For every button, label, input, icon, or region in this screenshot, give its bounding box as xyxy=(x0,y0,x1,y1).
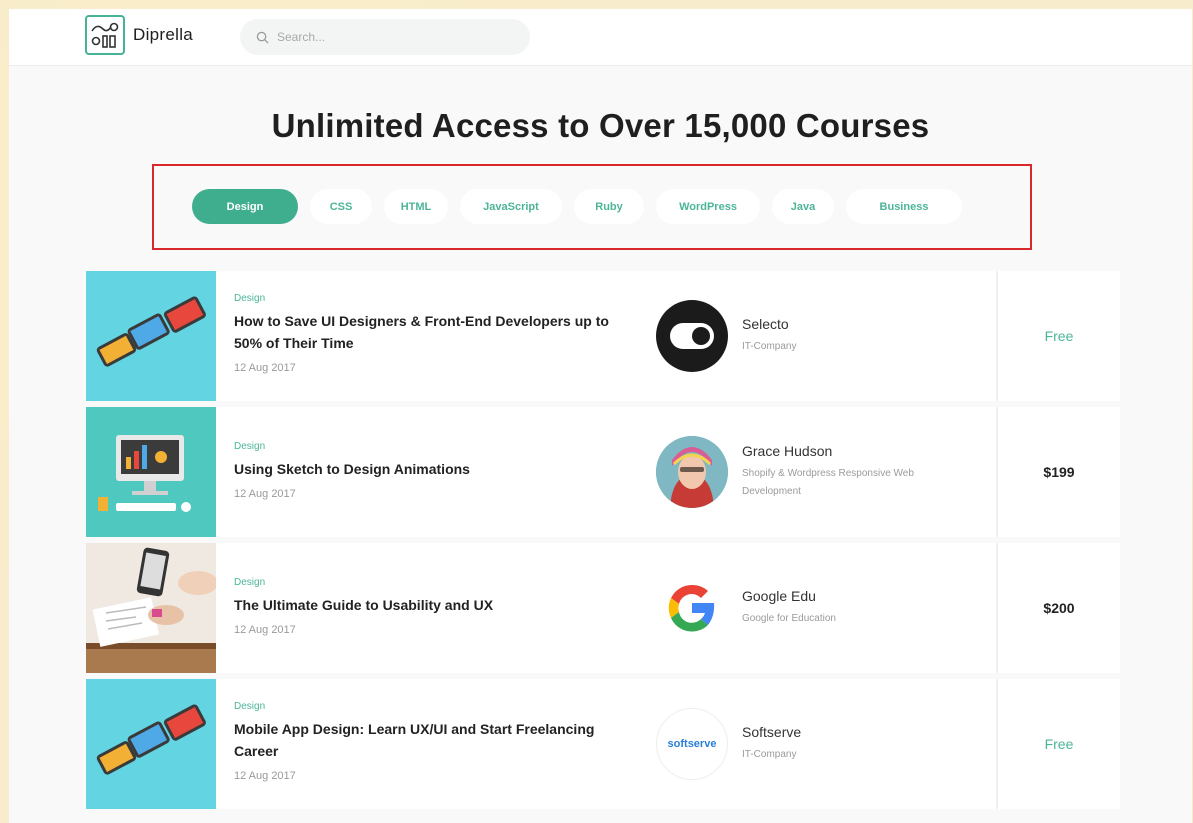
tab-css[interactable]: CSS xyxy=(310,189,372,224)
top-bar: Diprella Search... xyxy=(9,9,1192,66)
course-thumbnail-phones xyxy=(86,271,216,401)
tab-business[interactable]: Business xyxy=(846,189,962,224)
brand-name: Diprella xyxy=(133,25,194,44)
selecto-logo-icon xyxy=(656,300,728,372)
course-category: Design xyxy=(234,441,266,452)
course-date: 12 Aug 2017 xyxy=(234,624,296,636)
page: Diprella Search... Unlimited Access to O… xyxy=(9,9,1192,823)
tab-html[interactable]: HTML xyxy=(384,189,448,224)
course-title[interactable]: Mobile App Design: Learn UX/UI and Start… xyxy=(234,718,624,762)
author-avatar xyxy=(656,436,728,508)
course-price: $200 xyxy=(996,543,1120,673)
course-price: Free xyxy=(996,271,1120,401)
search-icon xyxy=(256,31,269,44)
course-title[interactable]: Using Sketch to Design Animations xyxy=(234,458,624,480)
course-author: Selecto IT-Company xyxy=(646,271,996,401)
course-category: Design xyxy=(234,701,266,712)
course-thumbnail-phones xyxy=(86,679,216,809)
course-price: Free xyxy=(996,679,1120,809)
page-title: Unlimited Access to Over 15,000 Courses xyxy=(271,107,930,144)
course-row[interactable]: Design Using Sketch to Design Animations… xyxy=(86,407,1120,537)
search-input[interactable]: Search... xyxy=(240,19,530,55)
author-name: Softserve xyxy=(742,724,802,740)
author-name: Selecto xyxy=(742,316,789,332)
course-title[interactable]: The Ultimate Guide to Usability and UX xyxy=(234,594,624,616)
course-author: softserve Softserve IT-Company xyxy=(646,679,996,809)
tab-ruby[interactable]: Ruby xyxy=(574,189,644,224)
course-price: $199 xyxy=(996,407,1120,537)
author-subtitle: IT-Company xyxy=(742,341,797,352)
course-author: Grace Hudson Shopify & Wordpress Respons… xyxy=(646,407,996,537)
course-list: Design How to Save UI Designers & Front-… xyxy=(86,271,1120,815)
course-row[interactable]: Design The Ultimate Guide to Usability a… xyxy=(86,543,1120,673)
course-author: Google Edu Google for Education xyxy=(646,543,996,673)
course-date: 12 Aug 2017 xyxy=(234,362,296,374)
brand-logo[interactable]: Diprella xyxy=(85,15,193,55)
search-placeholder: Search... xyxy=(277,30,326,44)
author-subtitle: Shopify & Wordpress Responsive Web Devel… xyxy=(742,468,914,497)
author-subtitle: IT-Company xyxy=(742,749,797,760)
softserve-logo-text: softserve xyxy=(667,738,717,750)
tab-java[interactable]: Java xyxy=(772,189,834,224)
logo-icon xyxy=(85,15,125,55)
tab-wordpress[interactable]: WordPress xyxy=(656,189,760,224)
author-name: Grace Hudson xyxy=(742,443,833,459)
category-tabs: Design CSS HTML JavaScript Ruby WordPres… xyxy=(192,189,974,224)
course-row[interactable]: Design Mobile App Design: Learn UX/UI an… xyxy=(86,679,1120,809)
course-category: Design xyxy=(234,577,266,588)
tab-design[interactable]: Design xyxy=(192,189,298,224)
tab-javascript[interactable]: JavaScript xyxy=(460,189,562,224)
course-date: 12 Aug 2017 xyxy=(234,770,296,782)
course-title[interactable]: How to Save UI Designers & Front-End Dev… xyxy=(234,310,624,354)
softserve-logo-icon: softserve xyxy=(656,708,728,780)
author-name: Google Edu xyxy=(742,588,816,604)
course-thumbnail-sketching xyxy=(86,543,216,673)
course-date: 12 Aug 2017 xyxy=(234,488,296,500)
course-row[interactable]: Design How to Save UI Designers & Front-… xyxy=(86,271,1120,401)
course-thumbnail-desktop xyxy=(86,407,216,537)
author-subtitle: Google for Education xyxy=(742,613,836,624)
course-category: Design xyxy=(234,293,266,304)
google-logo-icon xyxy=(656,572,728,644)
